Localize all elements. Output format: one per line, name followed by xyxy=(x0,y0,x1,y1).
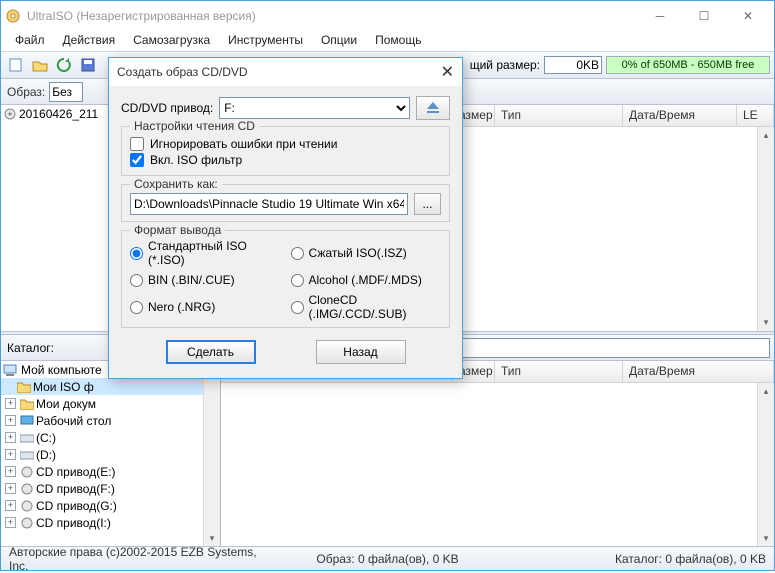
dialog-titlebar: Создать образ CD/DVD ✕ xyxy=(109,58,462,86)
tree-cd-e[interactable]: +CD привод(E:) xyxy=(1,463,220,480)
app-icon xyxy=(5,8,21,24)
save-icon[interactable] xyxy=(77,54,99,76)
back-button[interactable]: Назад xyxy=(316,340,406,364)
capacity-bar: 0% of 650MB - 650MB free xyxy=(606,56,770,74)
local-list-pane: азмер Тип Дата/Время ▴ ▾ xyxy=(221,361,774,547)
tree-desktop[interactable]: +Рабочий стол xyxy=(1,412,220,429)
local-list-scrollbar[interactable]: ▴ ▾ xyxy=(757,383,774,547)
tree-my-docs[interactable]: +Мои докум xyxy=(1,395,220,412)
output-format-group: Формат вывода Стандартный ISO (*.ISO) Сж… xyxy=(121,230,450,328)
menu-help[interactable]: Помощь xyxy=(367,31,429,51)
window-title: UltraISO (Незарегистрированная версия) xyxy=(27,9,638,23)
drive-label: CD/DVD привод: xyxy=(121,101,213,115)
menu-actions[interactable]: Действия xyxy=(55,31,124,51)
dialog-close-button[interactable]: ✕ xyxy=(441,62,454,82)
tree-drive-d[interactable]: +(D:) xyxy=(1,446,220,463)
tree-cd-i[interactable]: +CD привод(I:) xyxy=(1,514,220,531)
scroll-up-icon[interactable]: ▴ xyxy=(758,127,774,144)
status-catalog: Каталог: 0 файла(ов), 0 KB xyxy=(514,552,766,566)
save-as-group: Сохранить как: ... xyxy=(121,184,450,222)
col-lba[interactable]: LE xyxy=(737,105,774,126)
total-size-field[interactable] xyxy=(544,56,602,74)
format-ccd-radio[interactable]: CloneCD (.IMG/.CCD/.SUB) xyxy=(291,293,442,321)
col-date[interactable]: Дата/Время xyxy=(623,105,737,126)
local-tree-scrollbar[interactable]: ▴ ▾ xyxy=(203,361,220,547)
image-label: Образ: xyxy=(7,85,45,99)
col-type[interactable]: Тип xyxy=(495,105,623,126)
image-name-field[interactable] xyxy=(49,82,83,102)
col-type[interactable]: Тип xyxy=(495,361,623,382)
output-format-label: Формат вывода xyxy=(130,223,225,237)
tree-cd-f[interactable]: +CD привод(F:) xyxy=(1,480,220,497)
format-nrg-radio[interactable]: Nero (.NRG) xyxy=(130,293,281,321)
menubar: Файл Действия Самозагрузка Инструменты О… xyxy=(1,31,774,51)
tree-drive-c[interactable]: +(C:) xyxy=(1,429,220,446)
tree-my-iso[interactable]: Мои ISO ф xyxy=(1,378,220,395)
total-size-label: щий размер: xyxy=(470,58,540,72)
maximize-button[interactable]: ☐ xyxy=(682,2,726,30)
refresh-icon[interactable] xyxy=(53,54,75,76)
local-tree-pane: Мой компьюте Мои ISO ф +Мои докум +Рабоч… xyxy=(1,361,221,547)
menu-tools[interactable]: Инструменты xyxy=(220,31,311,51)
new-icon[interactable] xyxy=(5,54,27,76)
scroll-down-icon[interactable]: ▾ xyxy=(758,530,774,547)
status-copyright: Авторские права (c)2002-2015 EZB Systems… xyxy=(9,545,261,573)
col-date[interactable]: Дата/Время xyxy=(623,361,774,382)
tree-cd-g[interactable]: +CD привод(G:) xyxy=(1,497,220,514)
minimize-button[interactable]: ─ xyxy=(638,2,682,30)
ignore-errors-checkbox[interactable]: Игнорировать ошибки при чтении xyxy=(130,137,441,151)
drive-select[interactable]: F: xyxy=(219,97,410,119)
dialog-title: Создать образ CD/DVD xyxy=(117,65,248,79)
menu-boot[interactable]: Самозагрузка xyxy=(125,31,218,51)
titlebar: UltraISO (Незарегистрированная версия) ─… xyxy=(1,1,774,31)
make-image-dialog: Создать образ CD/DVD ✕ CD/DVD привод: F:… xyxy=(108,57,463,379)
format-mdf-radio[interactable]: Alcohol (.MDF/.MDS) xyxy=(291,273,442,287)
status-image: Образ: 0 файла(ов), 0 KB xyxy=(261,552,513,566)
menu-options[interactable]: Опции xyxy=(313,31,365,51)
read-settings-label: Настройки чтения CD xyxy=(130,119,259,133)
browse-button[interactable]: ... xyxy=(414,193,441,215)
format-bin-radio[interactable]: BIN (.BIN/.CUE) xyxy=(130,273,281,287)
save-as-label: Сохранить как: xyxy=(130,177,222,191)
make-button[interactable]: Сделать xyxy=(166,340,256,364)
menu-file[interactable]: Файл xyxy=(7,31,53,51)
save-path-field[interactable] xyxy=(130,193,408,215)
iso-filter-checkbox[interactable]: Вкл. ISO фильтр xyxy=(130,153,441,167)
scroll-down-icon[interactable]: ▾ xyxy=(758,314,774,331)
open-icon[interactable] xyxy=(29,54,51,76)
format-iso-radio[interactable]: Стандартный ISO (*.ISO) xyxy=(130,239,281,267)
list-scrollbar[interactable]: ▴ ▾ xyxy=(757,127,774,331)
statusbar: Авторские права (c)2002-2015 EZB Systems… xyxy=(1,546,774,570)
format-isz-radio[interactable]: Сжатый ISO(.ISZ) xyxy=(291,239,442,267)
close-button[interactable]: ✕ xyxy=(726,2,770,30)
scroll-up-icon[interactable]: ▴ xyxy=(758,383,774,400)
read-settings-group: Настройки чтения CD Игнорировать ошибки … xyxy=(121,126,450,176)
eject-button[interactable] xyxy=(416,96,450,120)
